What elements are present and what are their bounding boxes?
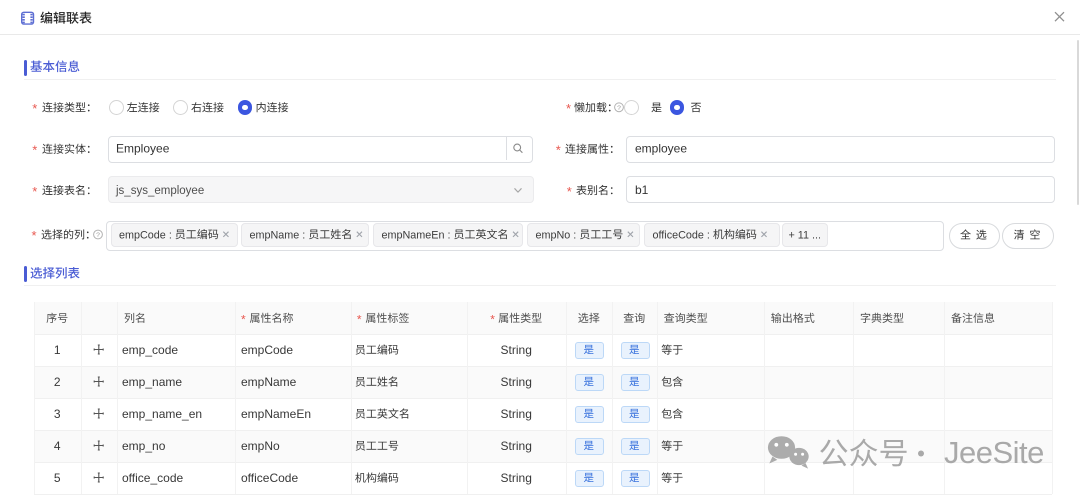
- svg-text:emp_no: emp_no: [122, 439, 166, 453]
- svg-text:emp_name: emp_name: [122, 375, 182, 389]
- svg-text:4: 4: [54, 439, 61, 453]
- svg-text:*: *: [241, 313, 246, 327]
- svg-text:String: String: [501, 439, 532, 453]
- svg-text:employee: employee: [635, 142, 687, 156]
- svg-text:*: *: [32, 143, 37, 158]
- svg-text:JeeSite: JeeSite: [944, 435, 1044, 470]
- svg-text:empNameEn :: empNameEn :: [382, 229, 451, 241]
- svg-text:empCode: empCode: [241, 343, 293, 357]
- svg-text:?: ?: [617, 105, 621, 112]
- svg-text:js_sys_employee: js_sys_employee: [115, 185, 204, 197]
- svg-text:b1: b1: [635, 183, 649, 197]
- svg-text:String: String: [501, 343, 532, 357]
- svg-text:String: String: [501, 471, 532, 485]
- svg-text:*: *: [490, 313, 495, 327]
- svg-text:empCode :: empCode :: [119, 229, 172, 241]
- svg-text:String: String: [501, 407, 532, 421]
- svg-text:office_code: office_code: [122, 471, 183, 485]
- svg-text:2: 2: [54, 375, 61, 389]
- svg-text:empName: empName: [241, 375, 297, 389]
- svg-text:3: 3: [54, 407, 61, 421]
- svg-text:officeCode: officeCode: [241, 471, 298, 485]
- svg-text:String: String: [501, 375, 532, 389]
- svg-text:?: ?: [96, 232, 100, 239]
- svg-text:*: *: [32, 101, 37, 116]
- svg-text:*: *: [32, 228, 37, 243]
- svg-text:empNameEn: empNameEn: [241, 407, 311, 421]
- svg-text:*: *: [556, 143, 561, 158]
- svg-text:1: 1: [54, 343, 61, 357]
- svg-text:emp_code: emp_code: [122, 343, 178, 357]
- svg-text:*: *: [567, 184, 572, 199]
- svg-text:empNo: empNo: [241, 439, 280, 453]
- svg-text:empNo :: empNo :: [536, 229, 577, 241]
- svg-text:emp_name_en: emp_name_en: [122, 407, 202, 421]
- svg-text:*: *: [357, 313, 362, 327]
- svg-text:empName :: empName :: [250, 229, 306, 241]
- svg-text:*: *: [32, 184, 37, 199]
- svg-text:Employee: Employee: [116, 142, 170, 156]
- svg-text:5: 5: [54, 471, 61, 485]
- svg-text:+ 11 ...: + 11 ...: [789, 229, 822, 241]
- svg-text:officeCode :: officeCode :: [653, 229, 710, 241]
- svg-text:*: *: [566, 101, 571, 116]
